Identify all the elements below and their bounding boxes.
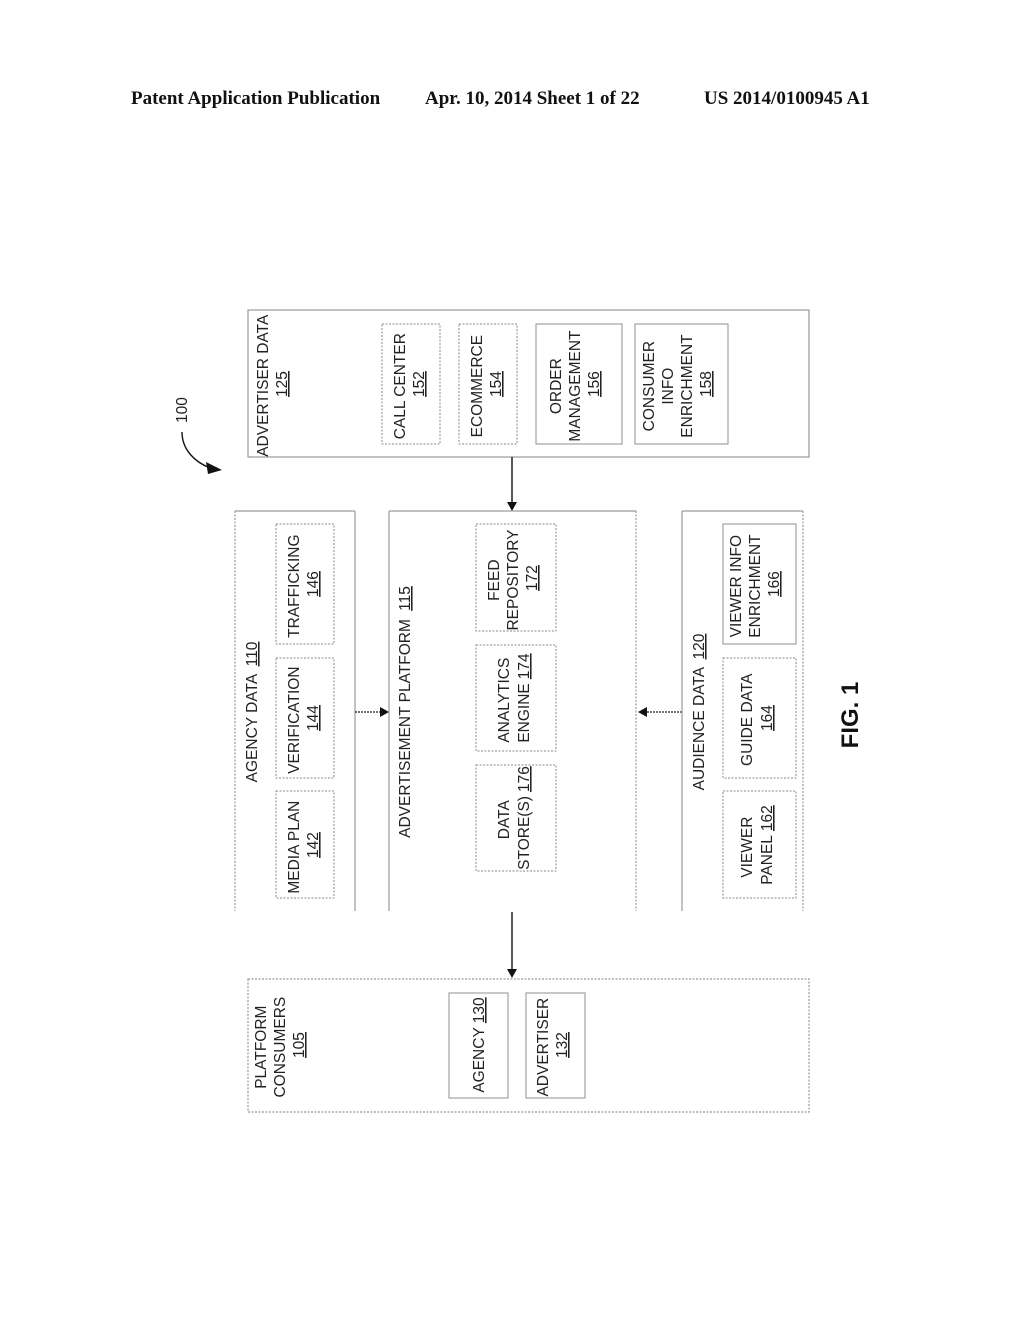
platform-item-analytics-engine: ANALYTICS ENGINE174 (475, 644, 557, 752)
svg-text:CONSUMER INFO: CONSUMER INFO ENRICHMENT 158 (641, 330, 715, 437)
arrowhead-left-icon (638, 707, 647, 717)
advertiser-data-ref: 125 (274, 371, 291, 397)
arrow-agency-to-platform (355, 707, 389, 717)
consumer-item-advertiser: ADVERTISER 132 (525, 992, 586, 1099)
advertiser-item-order-management: ORDER MANAGEMENT 156 (535, 323, 623, 445)
consumer-item-agency: AGENCY130 (448, 992, 509, 1099)
svg-text:MEDIA PLAN 142: MEDIA PLAN 142 (286, 796, 322, 893)
svg-text:CALL CENTER 152: CALL CENTER 152 (392, 329, 428, 440)
agency-item-media-plan: MEDIA PLAN 142 (275, 790, 335, 899)
figure-reference: 100 (174, 397, 222, 474)
svg-text:VIEWER INFO ENRICHMENT: VIEWER INFO ENRICHMENT 166 (728, 530, 783, 637)
agency-item-trafficking: TRAFFICKING 146 (275, 523, 335, 645)
arrowhead-down-icon (507, 502, 517, 511)
audience-item-viewer-info-enrichment: VIEWER INFO ENRICHMENT 166 (722, 523, 797, 645)
svg-text:VIEWER PANEL162: VIEWER PANEL162 (739, 805, 776, 885)
platform-ref: 115 (397, 586, 414, 611)
platform-title: ADVERTISEMENT PLATFORM (397, 619, 414, 838)
system-diagram: 100 ADVERTISER DATA 125 CALL CENTER 152 … (174, 309, 864, 1113)
svg-text:VERIFICATION 144: VERIFICATION 144 (286, 662, 322, 774)
arrow-audience-to-platform (638, 707, 682, 717)
svg-text:ANALYTICS ENGINE174: ANALYTICS ENGINE174 (496, 653, 533, 743)
platform-item-feed-repository: FEED REPOSITORY 172 (475, 523, 557, 632)
svg-text:ADVERTISER DATA 125: ADVERTISER DATA 125 (255, 311, 291, 457)
platform-consumers-frame (247, 978, 810, 1113)
arrow-advertiser-to-platform (507, 457, 517, 511)
agency-data-title: AGENCY DATA (244, 673, 261, 782)
svg-text:AGENCY DATA 110: AGENCY DATA 110 (244, 641, 261, 782)
audience-data-title: AUDIENCE DATA (691, 666, 708, 790)
advertiser-item-call-center: CALL CENTER 152 (381, 323, 441, 445)
platform-item-data-stores: DATA STORE(S)176 (475, 764, 557, 872)
curved-arrowhead-icon (206, 462, 222, 474)
svg-text:FEED REPOSITORY: FEED REPOSITORY 172 (486, 525, 541, 630)
audience-item-guide-data: GUIDE DATA 164 (722, 657, 797, 779)
arrowhead-down-icon (507, 969, 517, 978)
platform-consumers-block: PLATFORM CONSUMERS 105 AGENCY130 ADVERTI… (247, 978, 810, 1113)
svg-text:ECOMMERCE 154: ECOMMERCE 154 (469, 331, 505, 438)
svg-text:GUIDE DATA 164: GUIDE DATA 164 (739, 670, 776, 766)
advertiser-data-title: ADVERTISER DATA (255, 314, 272, 457)
svg-text:AGENCY130: AGENCY130 (471, 997, 488, 1093)
audience-item-viewer-panel: VIEWER PANEL162 (722, 790, 797, 899)
svg-text:TRAFFICKING 146: TRAFFICKING 146 (286, 530, 322, 638)
arrowhead-right-icon (380, 707, 389, 717)
svg-text:ORDER MANAGEMENT: ORDER MANAGEMENT 156 (548, 326, 603, 441)
advertiser-data-block: ADVERTISER DATA 125 CALL CENTER 152 ECOM… (247, 309, 810, 458)
arrow-platform-to-consumers (507, 912, 517, 978)
advertiser-item-ecommerce: ECOMMERCE 154 (458, 323, 518, 445)
audience-data-ref: 120 (691, 633, 708, 659)
svg-text:DATA STORE(S)176: DATA STORE(S)176 (496, 766, 533, 870)
advertisement-platform-block: ADVERTISEMENT PLATFORM 115 DATA STORE(S)… (388, 510, 637, 911)
agency-item-verification: VERIFICATION 144 (275, 657, 335, 779)
svg-text:PLATFORM CONSUMERS: PLATFORM CONSUMERS 105 (253, 992, 308, 1097)
curved-arrow-line (181, 431, 211, 469)
svg-text:ADVERTISER 132: ADVERTISER 132 (535, 993, 571, 1096)
platform-consumers-title-line1: PLATFORM (253, 1006, 270, 1089)
agency-data-block: AGENCY DATA 110 MEDIA PLAN 142 VERIFICAT… (234, 510, 356, 911)
agency-data-ref: 110 (244, 641, 261, 666)
figure-ref-number: 100 (174, 397, 191, 423)
advertiser-item-consumer-info-enrichment: CONSUMER INFO ENRICHMENT 158 (634, 323, 729, 445)
audience-data-block: AUDIENCE DATA 120 VIEWER PANEL162 GUIDE … (681, 510, 804, 911)
svg-text:ADVERTISEMENT PLATFORM 1: ADVERTISEMENT PLATFORM 115 (397, 586, 414, 838)
svg-text:AUDIENCE DATA 120: AUDIENCE DATA 120 (691, 633, 708, 790)
platform-consumers-ref: 105 (291, 1032, 308, 1058)
advertiser-data-frame (247, 309, 810, 458)
platform-consumers-title-line2: CONSUMERS (272, 997, 289, 1098)
figure-label: FIG. 1 (837, 682, 864, 749)
